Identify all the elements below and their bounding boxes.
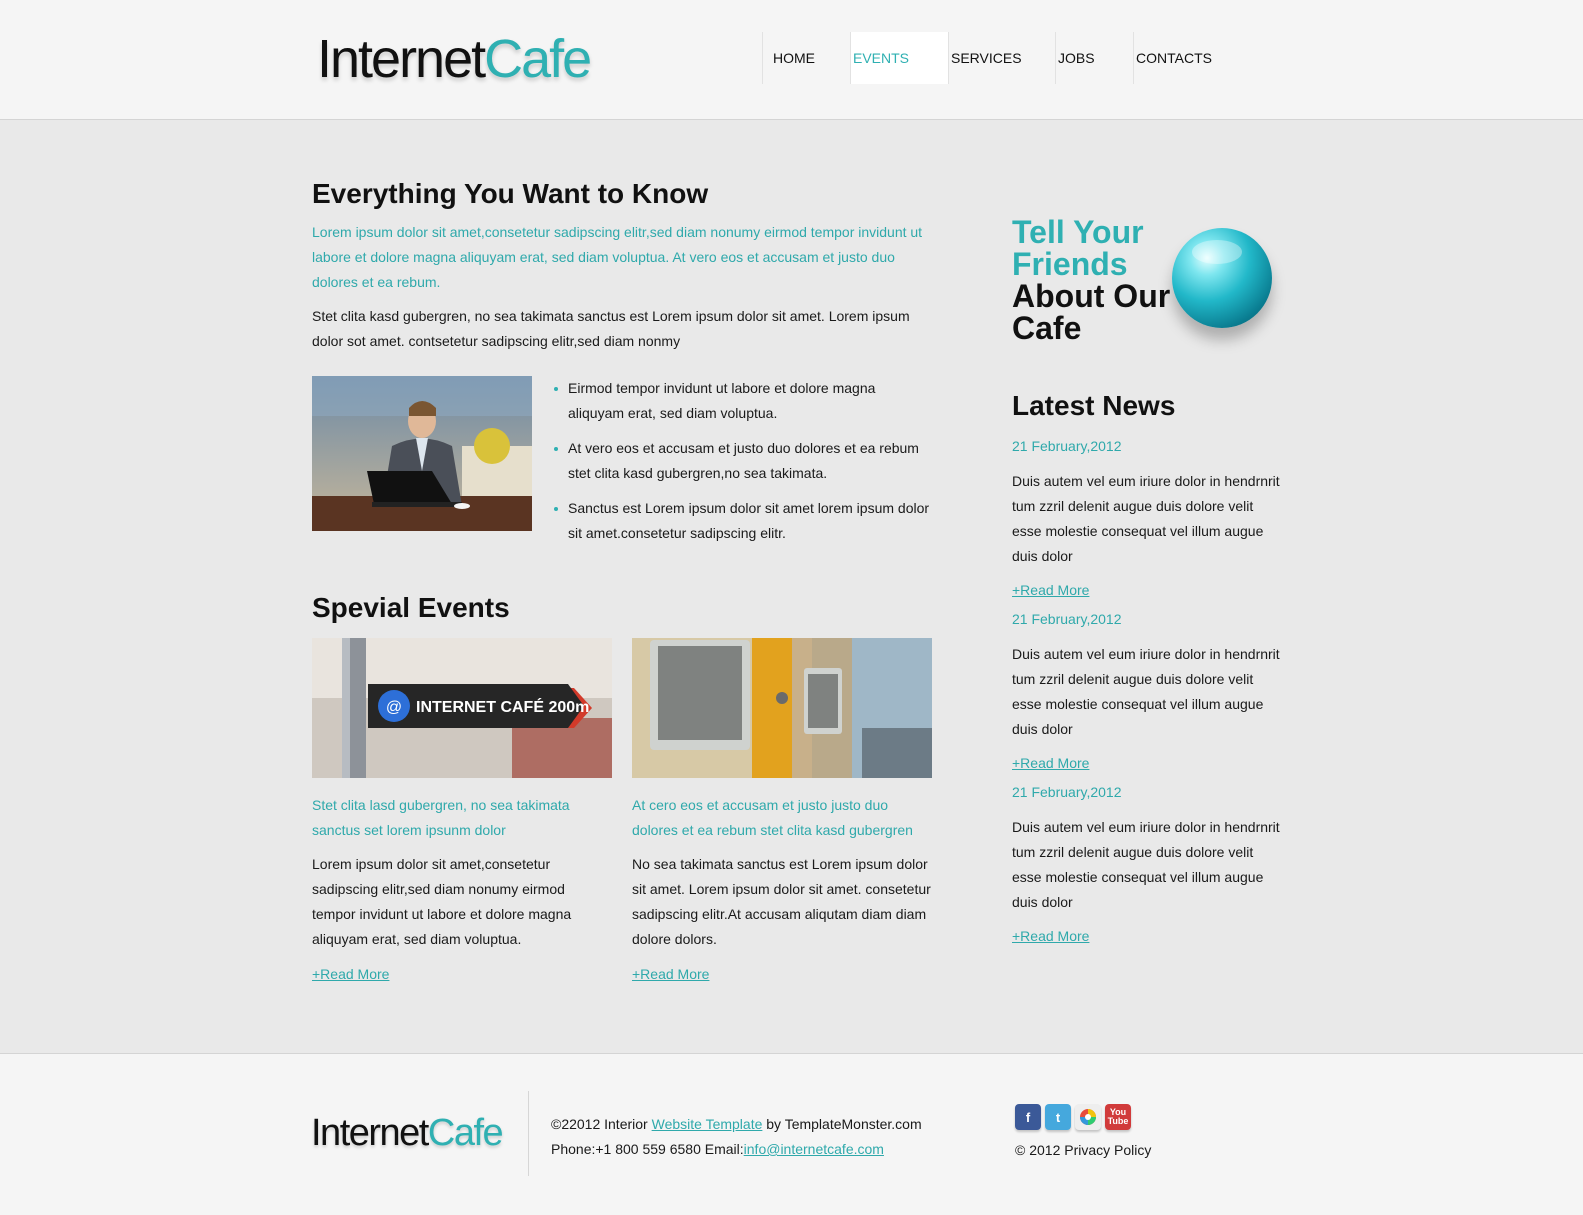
tell-friends-banner[interactable]: Tell Your Friends About Our Cafe [1012, 216, 1282, 356]
email-link[interactable]: info@internetcafe.com [744, 1141, 884, 1157]
read-more-link[interactable]: +Read More [1012, 578, 1089, 603]
youtube-icon[interactable]: You Tube [1105, 1104, 1131, 1130]
youtube-line-2: Tube [1107, 1116, 1129, 1126]
events-heading: Spevial Events [312, 592, 510, 623]
news-date: 21 February,2012 [1012, 438, 1122, 454]
phone-text: Phone:+1 800 559 6580 Email: [551, 1141, 744, 1157]
intro-paragraph: Stet clita kasd gubergren, no sea takima… [312, 308, 910, 349]
nav-home[interactable]: HOME [762, 32, 850, 84]
event-card: @ INTERNET CAFÉ 200m Stet clita lasd gub… [312, 638, 612, 987]
event-card: At cero eos et accusam et justo justo du… [632, 638, 932, 987]
picasa-icon[interactable] [1075, 1104, 1101, 1130]
privacy-policy[interactable]: © 2012 Privacy Policy [1015, 1142, 1151, 1158]
facebook-icon[interactable]: f [1015, 1104, 1041, 1130]
lead-paragraph: Lorem ipsum dolor sit amet,consetetur sa… [312, 224, 923, 290]
read-more-link[interactable]: +Read More [632, 962, 709, 987]
computers-room-image [632, 638, 932, 778]
news-date: 21 February,2012 [1012, 611, 1122, 627]
logo-part-cafe: Cafe [427, 1112, 504, 1154]
event-subtitle: Stet clita lasd gubergren, no sea takima… [312, 797, 570, 838]
footer-copyright: ©22012 Interior Website Template by Temp… [551, 1112, 922, 1162]
news-text: Duis autem vel eum iriure dolor in hendr… [1012, 646, 1280, 737]
main-content: Everything You Want to Know Lorem ipsum … [0, 120, 1583, 1053]
list-item: Eirmod tempor invidunt ut labore et dolo… [554, 376, 934, 426]
news-item: 21 February,2012 Duis autem vel eum iriu… [1012, 434, 1282, 603]
nav-services[interactable]: SERVICES [948, 32, 1055, 84]
latest-news-heading: Latest News [1012, 390, 1176, 421]
list-item: Sanctus est Lorem ipsum dolor sit amet l… [554, 496, 934, 546]
events-list: @ INTERNET CAFÉ 200m Stet clita lasd gub… [312, 638, 934, 987]
read-more-link[interactable]: +Read More [1012, 924, 1089, 949]
read-more-link[interactable]: +Read More [312, 962, 389, 987]
read-more-link[interactable]: +Read More [1012, 751, 1089, 776]
logo-part-cafe: Cafe [484, 29, 592, 89]
news-text: Duis autem vel eum iriure dolor in hendr… [1012, 819, 1280, 910]
event-text: Lorem ipsum dolor sit amet,consetetur sa… [312, 856, 572, 947]
event-text: No sea takimata sanctus est Lorem ipsum … [632, 856, 931, 947]
sign-at-symbol: @ [386, 699, 402, 716]
intro-row: Eirmod tempor invidunt ut labore et dolo… [312, 376, 934, 556]
event-subtitle: At cero eos et accusam et justo justo du… [632, 797, 913, 838]
twitter-icon[interactable]: t [1045, 1104, 1071, 1130]
nav-events[interactable]: EVENTS [850, 32, 948, 84]
feature-list: Eirmod tempor invidunt ut labore et dolo… [554, 376, 934, 556]
copyright-prefix: ©22012 Interior [551, 1116, 652, 1132]
internet-cafe-sign-image: @ INTERNET CAFÉ 200m [312, 638, 612, 778]
list-item: At vero eos et accusam et justo duo dolo… [554, 436, 934, 486]
footer-divider [528, 1091, 529, 1176]
page-title: Everything You Want to Know [312, 178, 709, 209]
footer-logo[interactable]: InternetCafe [311, 1112, 504, 1155]
sidebar: Tell Your Friends About Our Cafe Latest … [1012, 216, 1282, 953]
news-item: 21 February,2012 Duis autem vel eum iriu… [1012, 780, 1282, 949]
nav-contacts[interactable]: CONTACTS [1133, 32, 1233, 84]
site-footer: InternetCafe ©22012 Interior Website Tem… [0, 1053, 1583, 1215]
social-links: f t You Tube [1015, 1104, 1131, 1130]
man-laptop-image [312, 376, 532, 531]
sign-text: INTERNET CAFÉ 200m [416, 697, 589, 716]
logo-part-internet: Internet [317, 29, 486, 89]
news-date: 21 February,2012 [1012, 784, 1122, 800]
globe-icon [1172, 228, 1272, 328]
website-template-link[interactable]: Website Template [652, 1116, 763, 1132]
news-item: 21 February,2012 Duis autem vel eum iriu… [1012, 607, 1282, 776]
logo-part-internet: Internet [311, 1112, 429, 1154]
nav-jobs[interactable]: JOBS [1055, 32, 1133, 84]
site-logo[interactable]: InternetCafe [317, 28, 592, 90]
news-text: Duis autem vel eum iriure dolor in hendr… [1012, 473, 1280, 564]
main-nav: HOME EVENTS SERVICES JOBS CONTACTS [762, 32, 1233, 84]
site-header: InternetCafe HOME EVENTS SERVICES JOBS C… [0, 0, 1583, 120]
copyright-suffix: by TemplateMonster.com [762, 1116, 922, 1132]
left-column: Everything You Want to Know Lorem ipsum … [312, 178, 934, 987]
